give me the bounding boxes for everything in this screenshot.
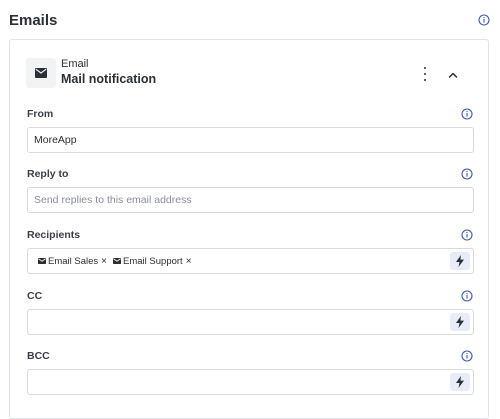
page-title: Emails [9,11,58,29]
recipient-chip-label: Email Sales [48,255,99,267]
cc-input[interactable] [27,309,474,335]
dynamic-value-button[interactable] [450,313,470,331]
card-type-label: Email [61,58,89,70]
lightning-icon [456,255,464,267]
dynamic-value-button[interactable] [450,252,470,270]
reply-to-label: Reply to [27,168,69,180]
recipients-field-group: Recipients Email Sales × Email Support × [27,228,474,274]
recipient-chip: Email Sales × [38,256,107,267]
from-input[interactable]: MoreApp [27,127,474,153]
cc-label: CC [27,290,43,302]
email-card: Email Mail notification From MoreApp Rep… [9,39,489,419]
lightning-icon [456,376,464,388]
card-header[interactable]: Email Mail notification [26,56,472,90]
envelope-icon [38,258,46,264]
from-value: MoreApp [34,134,77,146]
more-vertical-icon[interactable] [420,67,430,81]
recipient-chip: Email Support × [113,256,192,267]
bcc-field-group: BCC [27,349,474,395]
dynamic-value-button[interactable] [450,373,470,391]
cc-info-icon[interactable] [461,290,473,302]
from-info-icon[interactable] [461,108,473,120]
bcc-info-icon[interactable] [461,350,473,362]
emails-header: Emails [9,9,490,31]
recipients-input[interactable]: Email Sales × Email Support × [27,248,474,274]
recipients-label: Recipients [27,229,81,241]
envelope-icon [26,58,56,88]
recipients-info-icon[interactable] [461,229,473,241]
bcc-label: BCC [27,350,50,362]
reply-to-field-group: Reply to Send replies to this email addr… [27,167,474,213]
cc-field-group: CC [27,289,474,335]
bcc-input[interactable] [27,369,474,395]
info-icon[interactable] [478,14,490,26]
lightning-icon [456,316,464,328]
recipient-chip-label: Email Support [123,255,183,267]
remove-chip-icon[interactable]: × [186,256,192,267]
reply-to-placeholder: Send replies to this email address [34,194,192,206]
card-title: Mail notification [61,72,157,86]
envelope-icon [113,258,122,264]
chevron-up-icon[interactable] [447,68,459,80]
from-label: From [27,108,54,120]
reply-to-info-icon[interactable] [461,168,473,180]
remove-chip-icon[interactable]: × [101,256,107,267]
from-field-group: From MoreApp [27,107,474,153]
reply-to-input[interactable]: Send replies to this email address [27,187,474,213]
